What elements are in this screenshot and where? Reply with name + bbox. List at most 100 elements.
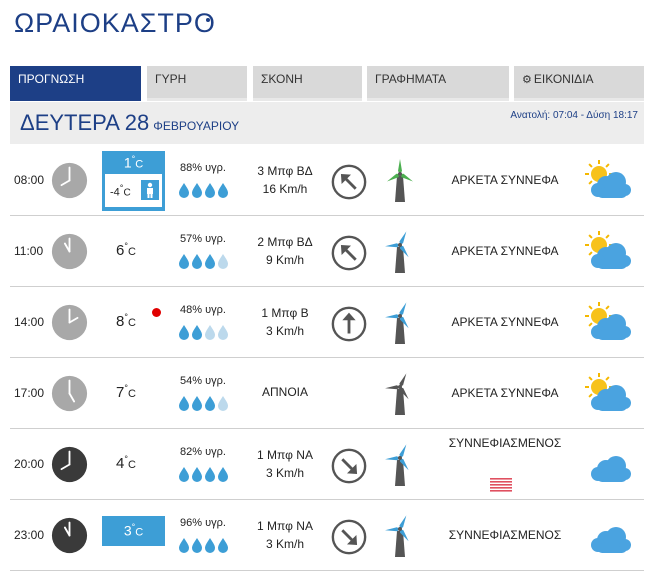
- drop-icon: [192, 467, 202, 482]
- cloud-icon: [591, 527, 631, 553]
- wind-speed-kmh: 9 Km/h: [265, 253, 304, 267]
- temp-value: 3: [123, 522, 132, 539]
- temp-value: -4: [110, 186, 120, 199]
- tab-icons[interactable]: ⚙ ΕΙΚΟΝΙΔΙΑ: [514, 66, 644, 101]
- wind-direction-arrow-icon: [331, 519, 367, 555]
- wind-speed-kmh: 3 Km/h: [265, 466, 304, 480]
- tab-pollen[interactable]: ΓΥΡΗ: [147, 66, 247, 101]
- weather-condition: ΣΥΝΝΕΦΙΑΣΜΕΝΟΣ: [448, 436, 562, 450]
- sun-cloud-icon: [585, 160, 631, 198]
- feels-like-person-icon: [141, 180, 159, 200]
- wind-speed-beaufort: 3 Μπφ ΒΔ: [257, 164, 313, 178]
- tab-forecast[interactable]: ΠΡΟΓΝΩΣΗ: [10, 66, 141, 101]
- drop-icon: [179, 183, 189, 198]
- wind-turbine-icon: [385, 302, 409, 344]
- temp-unit: C: [127, 317, 136, 329]
- forecast-row: 23:00 3°C 96% υγρ. 1 Μπφ ΝΑ 3 Km/h ΣΥΝΝΕΦΙΑΣΜ…: [10, 501, 644, 571]
- temperature: 1°C: [102, 154, 165, 171]
- wind-turbine-icon: [385, 373, 409, 415]
- wind: 2 Μπφ ΒΔ 9 Km/h: [240, 233, 330, 269]
- tab-label: ΠΡΟΓΝΩΣΗ: [18, 72, 85, 86]
- drop-icon: [218, 183, 228, 198]
- cloud-shape: [591, 527, 631, 553]
- weather-condition: ΣΥΝΝΕΦΙΑΣΜΕΝΟΣ: [448, 528, 562, 542]
- forecast-row: 17:00 7°C 54% υγρ. ΑΠΝΟΙΑ ΑΡΚΕΤΑ ΣΥΝΝΕΦΑ: [10, 359, 644, 429]
- humidity: 82% υγρ.: [180, 446, 226, 458]
- tab-bar: ΠΡΟΓΝΩΣΗ ΓΥΡΗ ΣΚΟΝΗ ΓΡΑΦΗΜΑΤΑ ⚙ ΕΙΚΟΝΙΔΙΑ: [10, 66, 644, 101]
- wind: 1 Μπφ ΝΑ 3 Km/h: [240, 446, 330, 482]
- clock-icon: [51, 233, 88, 270]
- drop-icon: [205, 254, 215, 269]
- drop-icon: [192, 538, 202, 553]
- sunrise-sunset: Ανατολή: 07:04 - Δύση 18:17: [510, 110, 638, 121]
- temperature: 3°C: [102, 516, 165, 546]
- row-time: 14:00: [14, 315, 45, 329]
- weather-condition: ΑΡΚΕΤΑ ΣΥΝΝΕΦΑ: [451, 386, 559, 400]
- humidity-drops: [179, 254, 228, 269]
- temperature-box: 1°C -4°C: [102, 151, 165, 211]
- drop-icon: [192, 396, 202, 411]
- wind-speed-beaufort: 1 Μπφ Β: [261, 306, 309, 320]
- rain-chance-icon: [489, 477, 513, 493]
- wind-speed-beaufort: 1 Μπφ ΝΑ: [257, 448, 313, 462]
- clock-icon: [51, 162, 88, 199]
- wind-speed-kmh: 3 Km/h: [265, 537, 304, 551]
- temp-unit: C: [127, 388, 136, 400]
- drop-icon: [205, 467, 215, 482]
- row-time: 08:00: [14, 173, 45, 187]
- day-title: ΔΕΥΤΕΡΑ 28 ΦΕΒΡΟΥΑΡΙΟΥ: [20, 110, 239, 136]
- humidity-drops: [179, 325, 228, 340]
- row-time: 20:00: [14, 457, 45, 471]
- wind-turbine-icon: [385, 444, 409, 486]
- drop-icon: [179, 325, 189, 340]
- day-month: ΦΕΒΡΟΥΑΡΙΟΥ: [153, 119, 240, 133]
- wind-speed-beaufort: 1 Μπφ ΝΑ: [257, 519, 313, 533]
- clock-icon: [51, 375, 88, 412]
- humidity-drops: [179, 538, 228, 553]
- cloud-icon: [591, 456, 631, 482]
- temperature: 8°C: [116, 312, 136, 330]
- row-time: 23:00: [14, 528, 45, 542]
- wind: 3 Μπφ ΒΔ 16 Km/h: [240, 162, 330, 198]
- temperature: 6°C: [116, 241, 136, 259]
- feels-like-temp: -4°C: [110, 183, 131, 199]
- cloud-shape: [591, 456, 631, 482]
- tab-dust[interactable]: ΣΚΟΝΗ: [253, 66, 362, 101]
- drop-icon: [218, 467, 228, 482]
- weather-condition: ΑΡΚΕΤΑ ΣΥΝΝΕΦΑ: [451, 244, 559, 258]
- drop-icon: [192, 183, 202, 198]
- wind-turbine-icon: [385, 231, 409, 273]
- drop-icon: [179, 254, 189, 269]
- wind-speed-kmh: 3 Km/h: [265, 324, 304, 338]
- drop-icon: [192, 254, 202, 269]
- tab-label: ΕΙΚΟΝΙΔΙΑ: [533, 72, 594, 86]
- tab-label: ΓΡΑΦΗΜΑΤΑ: [375, 72, 447, 86]
- drop-icon: [218, 538, 228, 553]
- city-title: ΩΡΑΙΟΚΑΣΤΡΟ: [14, 8, 216, 38]
- tab-charts[interactable]: ΓΡΑΦΗΜΑΤΑ: [367, 66, 509, 101]
- forecast-row: 20:00 4°C 82% υγρ. 1 Μπφ ΝΑ 3 Km/h ΣΥΝΝΕΦΙΑΣΜ…: [10, 430, 644, 500]
- feels-like-panel: -4°C: [105, 174, 162, 207]
- humidity: 96% υγρ.: [180, 517, 226, 529]
- forecast-row: 08:00 1°C -4°C 88% υγρ. 3 Μπφ ΒΔ 16 Km/h ΑΡΚΕΤ…: [10, 146, 644, 216]
- temperature: 4°C: [116, 454, 136, 472]
- wind-calm: ΑΠΝΟΙΑ: [261, 385, 308, 399]
- wind: 1 Μπφ ΝΑ 3 Km/h: [240, 517, 330, 553]
- day-name: ΔΕΥΤΕΡΑ 28: [20, 110, 150, 135]
- wind-direction-arrow-icon: [331, 448, 367, 484]
- temp-unit: C: [135, 526, 144, 539]
- wind-speed-kmh: 16 Km/h: [262, 182, 308, 196]
- wind-direction-arrow-icon: [331, 235, 367, 271]
- wind: 1 Μπφ Β 3 Km/h: [240, 304, 330, 340]
- drop-icon: [205, 396, 215, 411]
- wind-turbine-icon: [385, 515, 409, 557]
- humidity-drops: [179, 183, 228, 198]
- drop-icon: [218, 254, 228, 269]
- temp-unit: C: [127, 246, 136, 258]
- clock-icon: [51, 517, 88, 554]
- wind-direction-arrow-icon: [331, 164, 367, 200]
- day-header: ΔΕΥΤΕΡΑ 28 ΦΕΒΡΟΥΑΡΙΟΥ Ανατολή: 07:04 - Δ…: [10, 102, 644, 144]
- drop-icon: [192, 325, 202, 340]
- sun-cloud-icon: [585, 373, 631, 411]
- drop-icon: [179, 467, 189, 482]
